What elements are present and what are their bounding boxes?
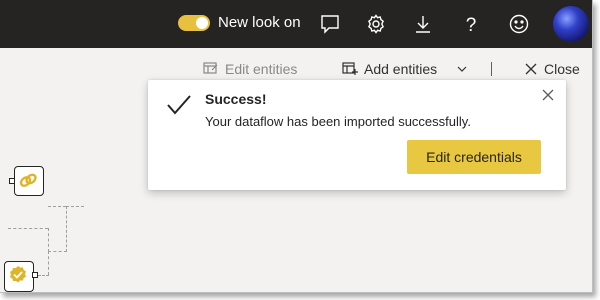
new-look-toggle[interactable] — [178, 15, 210, 31]
top-bar: New look on ? — [0, 0, 592, 48]
app-window: New look on ? Edit entities Add entities… — [0, 0, 593, 293]
dataflow-node-linked[interactable] — [14, 166, 44, 196]
connector-line — [48, 251, 49, 275]
feedback-icon[interactable] — [318, 12, 342, 36]
connector-line — [48, 206, 66, 207]
certified-badge-icon — [10, 266, 26, 283]
new-look-label: New look on — [218, 14, 301, 31]
success-notification: Success! Your dataflow has been imported… — [148, 80, 566, 190]
help-icon[interactable]: ? — [459, 12, 483, 36]
close-label: Close — [544, 61, 580, 77]
checkmark-icon — [167, 95, 191, 115]
dataflow-node-certified[interactable] — [4, 261, 34, 292]
node-output-port[interactable] — [32, 272, 38, 278]
settings-gear-icon[interactable] — [364, 12, 388, 36]
add-entities-button[interactable]: Add entities — [342, 60, 437, 78]
add-entities-dropdown[interactable] — [456, 60, 474, 78]
connector-line — [66, 206, 67, 252]
edit-entities-label: Edit entities — [225, 61, 298, 77]
edit-entities-button[interactable]: Edit entities — [203, 60, 297, 78]
edit-credentials-button[interactable]: Edit credentials — [407, 140, 541, 174]
chevron-down-icon — [457, 66, 467, 72]
toolbar-separator — [491, 62, 492, 76]
dismiss-notification-icon[interactable] — [542, 88, 554, 106]
add-entities-label: Add entities — [364, 61, 438, 77]
add-entities-icon — [342, 62, 358, 75]
svg-text:?: ? — [466, 15, 477, 36]
toggle-knob — [196, 17, 208, 29]
connector-line — [48, 228, 49, 252]
smiley-icon[interactable] — [507, 12, 531, 36]
link-icon — [19, 173, 37, 187]
close-button[interactable]: Close — [524, 60, 580, 78]
notification-title: Success! — [205, 91, 267, 107]
node-input-port[interactable] — [9, 178, 15, 184]
connector-line — [8, 228, 48, 229]
connector-line — [66, 206, 84, 207]
connector-line — [48, 251, 67, 252]
download-icon[interactable] — [411, 12, 435, 36]
user-avatar[interactable] — [553, 6, 589, 42]
edit-entities-icon — [203, 62, 218, 74]
close-icon — [525, 63, 537, 75]
connector-line — [38, 275, 49, 276]
notification-message: Your dataflow has been imported successf… — [205, 114, 471, 129]
